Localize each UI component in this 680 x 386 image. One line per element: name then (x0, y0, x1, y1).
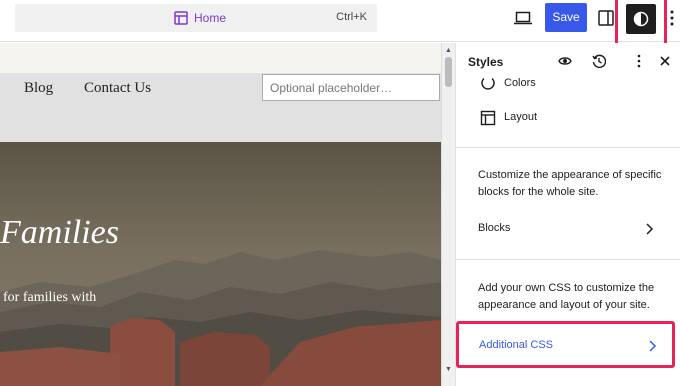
styles-item-label: Layout (504, 111, 538, 123)
command-palette-button[interactable]: Home Ctrl+K (15, 4, 377, 32)
hero-background-image (0, 142, 441, 386)
additional-css-nav-item[interactable]: Additional CSS (456, 321, 675, 368)
styles-toggle-button[interactable] (626, 4, 656, 34)
options-more-icon[interactable] (669, 9, 675, 27)
device-preview-icon[interactable] (514, 11, 532, 25)
scroll-thumb[interactable] (445, 57, 452, 87)
blocks-label: Blocks (478, 222, 511, 234)
editor-top-bar: Home Ctrl+K Save (0, 0, 680, 46)
page-icon (174, 11, 188, 25)
keyboard-shortcut: Ctrl+K (336, 11, 367, 23)
search-input[interactable]: Optional placeholder… (262, 74, 440, 101)
site-editor: Home Ctrl+K Save Blog Contact Us Optiona… (0, 0, 680, 386)
close-icon[interactable] (658, 54, 672, 68)
scroll-down-arrow-icon[interactable]: ▼ (445, 366, 452, 373)
additional-css-label: Additional CSS (479, 339, 553, 351)
half-circle-icon (633, 11, 649, 27)
nav-link-contact[interactable]: Contact Us (84, 80, 151, 97)
settings-sidebar-icon[interactable] (598, 10, 614, 26)
css-description: Add your own CSS to customize the appear… (478, 282, 655, 311)
panel-more-icon[interactable] (632, 54, 646, 68)
hero-cover[interactable]: Families for families with (0, 142, 441, 386)
divider (456, 147, 680, 148)
divider (456, 259, 680, 260)
eye-icon[interactable] (558, 54, 572, 68)
nav-link-blog[interactable]: Blog (24, 80, 53, 97)
editor-canvas[interactable]: Blog Contact Us Optional placeholder… Fa… (0, 43, 441, 386)
canvas-scrollbar[interactable]: ▲ ▼ (441, 43, 455, 386)
blocks-description: Customize the appearance of specific blo… (478, 169, 662, 198)
colors-icon (481, 77, 495, 90)
panel-title: Styles (468, 55, 504, 69)
styles-item-label: Colors (504, 77, 536, 89)
revisions-history-icon[interactable] (592, 54, 606, 68)
hero-title: Families (0, 214, 119, 251)
canvas-top-strip (0, 43, 441, 73)
styles-item-layout[interactable]: Layout (456, 107, 680, 129)
styles-panel: Styles Colors Layout Customize the appea… (455, 43, 680, 386)
chevron-right-icon (649, 340, 657, 352)
scroll-up-arrow-icon[interactable]: ▲ (445, 47, 452, 54)
save-button[interactable]: Save (545, 3, 587, 32)
styles-item-colors[interactable]: Colors (456, 73, 680, 95)
layout-icon (480, 110, 496, 126)
site-navigation: Blog Contact Us Optional placeholder… (0, 73, 441, 142)
command-title: Home (194, 11, 227, 25)
blocks-nav-item[interactable]: Blocks (456, 218, 680, 242)
chevron-right-icon (646, 223, 654, 235)
hero-subtitle: for families with (3, 290, 97, 305)
